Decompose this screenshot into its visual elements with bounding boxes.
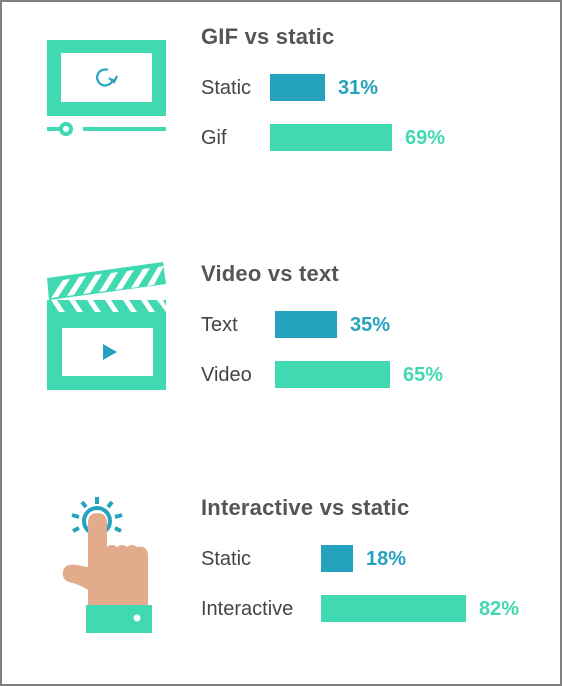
bar-label: Gif: [201, 127, 227, 149]
value-label: 31%: [338, 77, 379, 99]
pointing-hand-icon: [62, 497, 152, 633]
section-title-interactive: Interactive vs static: [201, 495, 410, 520]
section-title-video: Video vs text: [201, 261, 339, 286]
value-label: 35%: [350, 314, 391, 336]
monitor-replay-icon: [47, 40, 166, 136]
bar-label: Interactive: [201, 598, 294, 620]
bar-static: [321, 545, 353, 572]
bar-label: Text: [201, 314, 238, 336]
bar-label: Static: [201, 77, 252, 99]
bar-label: Static: [201, 548, 252, 570]
value-label: 18%: [366, 548, 407, 570]
bar-label: Video: [201, 364, 252, 386]
clapperboard-icon: [47, 262, 166, 390]
value-label: 82%: [479, 598, 520, 620]
section-title-gif: GIF vs static: [201, 24, 335, 49]
bar-gif: [270, 124, 392, 151]
bar-text: [275, 311, 337, 338]
bar-video: [275, 361, 390, 388]
bar-interactive: [321, 595, 466, 622]
value-label: 69%: [405, 127, 446, 149]
bar-static: [270, 74, 325, 101]
value-label: 65%: [403, 364, 444, 386]
